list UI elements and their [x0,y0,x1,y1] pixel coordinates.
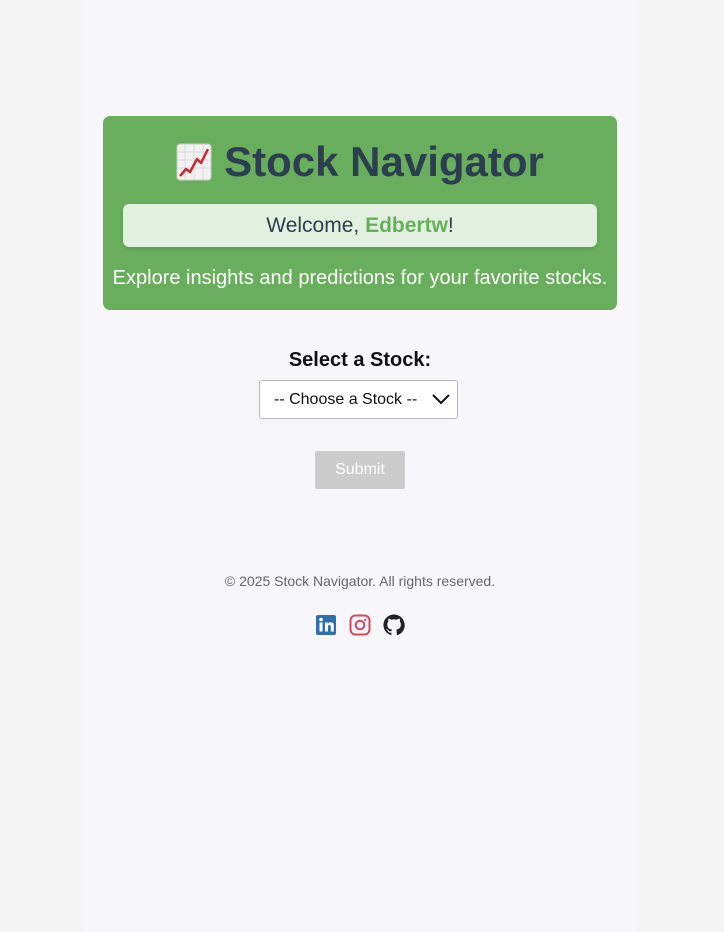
chart-increasing-icon [176,143,212,181]
page-title: Stock Navigator [103,136,617,188]
instagram-icon[interactable] [349,613,371,637]
stock-select-label: Select a Stock: [288,349,432,371]
github-icon[interactable] [383,613,405,637]
welcome-prefix: Welcome, [266,213,366,237]
username: Edbertw [365,213,448,237]
tagline: Explore insights and predictions for you… [112,267,608,289]
chevron-down-icon [431,391,451,407]
linkedin-icon[interactable] [315,613,337,637]
app-title: Stock Navigator [224,138,544,185]
submit-button[interactable]: Submit [315,451,405,489]
header-banner: Stock Navigator Welcome, Edbertw ! Explo… [103,116,617,310]
stock-select[interactable]: -- Choose a Stock -- [259,380,458,419]
stock-select-value: -- Choose a Stock -- [274,390,418,408]
welcome-suffix: ! [447,213,454,237]
page-container: Stock Navigator Welcome, Edbertw ! Explo… [83,0,637,932]
welcome-banner: Welcome, Edbertw ! [123,204,597,247]
copyright-text: © 2025 Stock Navigator. All rights reser… [224,573,496,589]
social-links [83,613,637,637]
